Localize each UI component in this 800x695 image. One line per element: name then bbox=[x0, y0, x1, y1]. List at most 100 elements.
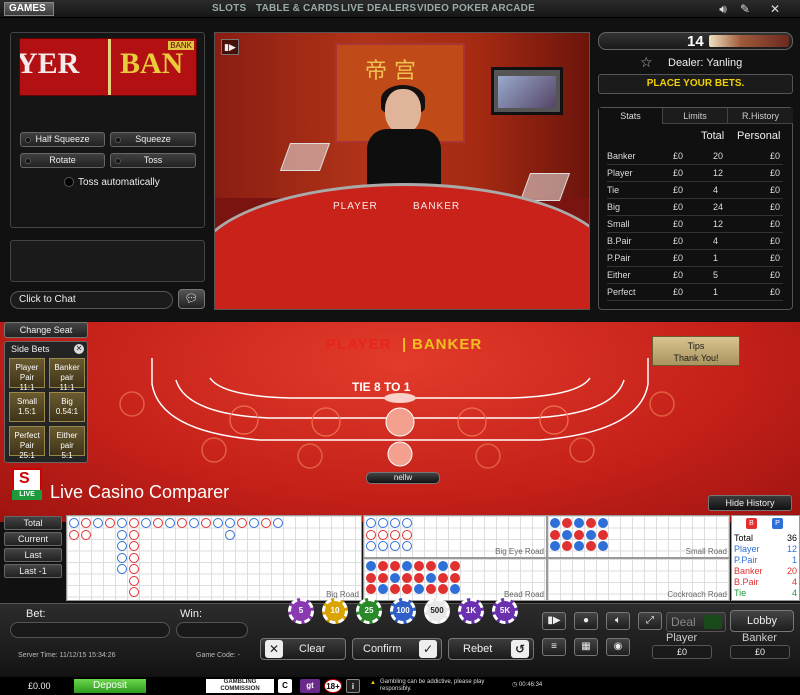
sound-icon[interactable]: 🔊︎ bbox=[716, 2, 730, 16]
gamstop-badge[interactable]: gt bbox=[300, 679, 320, 693]
road-mark bbox=[225, 518, 235, 528]
stats-row: Banker £0 20 £0 bbox=[607, 148, 783, 165]
chat-send-button[interactable]: 💬︎ bbox=[178, 289, 205, 309]
road-mark bbox=[261, 518, 271, 528]
fullscreen-icon[interactable]: ⤢ bbox=[638, 612, 662, 630]
stats-row-total: 12 bbox=[713, 219, 724, 229]
stats-row-amount: £0 bbox=[673, 219, 684, 229]
road-last-button[interactable]: Last bbox=[4, 548, 62, 562]
chip-5K[interactable]: 5K bbox=[492, 598, 518, 624]
lobby-button[interactable]: Lobby bbox=[730, 610, 794, 632]
top-nav: GAMES SLOTS TABLE & CARDS LIVE DEALERS V… bbox=[0, 0, 800, 18]
chip-25[interactable]: 25 bbox=[356, 598, 382, 624]
chip-100[interactable]: 100 bbox=[390, 598, 416, 624]
side-bet-odds: 1.5:1 bbox=[18, 407, 36, 416]
gamcare-icon[interactable]: C bbox=[278, 679, 292, 693]
banker-total-label: Banker bbox=[742, 632, 777, 644]
tab-rhistory[interactable]: R.History bbox=[728, 108, 793, 124]
chip-10[interactable]: 10 bbox=[322, 598, 348, 624]
side-bet-either-pair[interactable]: Either pair 5:1 bbox=[49, 426, 85, 460]
road-total-button[interactable]: Total bbox=[4, 516, 62, 530]
rebet-arrow-icon: ↺ bbox=[511, 640, 529, 658]
side-bet-small[interactable]: Small 1.5:1 bbox=[9, 392, 45, 422]
stats-row-amount: £0 bbox=[673, 151, 684, 161]
nav-table-cards[interactable]: TABLE & CARDS bbox=[256, 3, 340, 14]
chip-stack-icon[interactable]: ≡ bbox=[542, 638, 566, 656]
stats-row-personal: £0 bbox=[770, 236, 781, 246]
chat-input[interactable]: Click to Chat bbox=[10, 291, 173, 309]
road-mark bbox=[598, 541, 608, 551]
gambling-commission-badge[interactable]: GAMBLING COMMISSION bbox=[206, 679, 274, 693]
road-mark bbox=[402, 561, 412, 571]
road-mark bbox=[129, 575, 139, 586]
chip-1K[interactable]: 1K bbox=[458, 598, 484, 624]
clear-button[interactable]: ✕ Clear bbox=[260, 638, 346, 660]
tips-button[interactable]: Tips Thank You! bbox=[652, 336, 740, 366]
side-bet-big[interactable]: Big 0.54:1 bbox=[49, 392, 85, 422]
half-squeeze-button[interactable]: Half Squeeze bbox=[20, 132, 105, 147]
video-toggle-icon[interactable]: ▮▶ bbox=[542, 612, 566, 630]
road-mark bbox=[402, 529, 412, 540]
road-mark bbox=[366, 541, 376, 551]
small-road-label: Small Road bbox=[685, 547, 727, 556]
road-mark bbox=[378, 584, 388, 594]
grid-icon[interactable]: ▦ bbox=[574, 638, 598, 656]
big-eye-road-label: Big Eye Road bbox=[495, 547, 544, 556]
road-last-1-button[interactable]: Last -1 bbox=[4, 564, 62, 578]
camera-icon[interactable]: ▮▶ bbox=[221, 39, 239, 55]
tab-limits[interactable]: Limits bbox=[663, 108, 728, 124]
bet-amount-field bbox=[10, 622, 170, 638]
road-mark bbox=[129, 552, 139, 563]
stats-row-total: 4 bbox=[713, 185, 719, 195]
tab-stats[interactable]: Stats bbox=[599, 108, 663, 124]
deal-button[interactable]: Deal bbox=[666, 612, 726, 632]
nav-arcade[interactable]: ARCADE bbox=[491, 3, 535, 14]
stats-row-name: Banker bbox=[607, 151, 636, 161]
side-bet-name: Either pair bbox=[56, 431, 78, 450]
stats-row-amount: £0 bbox=[673, 253, 684, 263]
road-mark bbox=[81, 518, 91, 528]
stats-row-total: 1 bbox=[713, 253, 719, 263]
side-bet-banker-pair[interactable]: Banker pair 11:1 bbox=[49, 358, 85, 392]
info-icon[interactable]: i bbox=[346, 679, 360, 693]
road-current-button[interactable]: Current bbox=[4, 532, 62, 546]
close-icon[interactable]: ✕ bbox=[768, 2, 782, 16]
squeeze-button[interactable]: Squeeze bbox=[110, 132, 196, 147]
road-mark bbox=[562, 541, 572, 551]
deal-label: Deal bbox=[671, 615, 696, 629]
close-icon[interactable]: ✕ bbox=[74, 344, 84, 354]
chip-500[interactable]: 500 bbox=[424, 598, 450, 624]
side-bet-player-pair[interactable]: Player Pair 11:1 bbox=[9, 358, 45, 392]
stats-header-personal: Personal bbox=[737, 130, 781, 142]
toss-button[interactable]: Toss bbox=[110, 153, 196, 168]
felt-banker-title: BANKER bbox=[412, 336, 483, 353]
cockroach-road-label: Cockroach Road bbox=[667, 590, 727, 599]
volume-icon[interactable]: 🔈︎ bbox=[606, 612, 630, 630]
stats-row-personal: £0 bbox=[770, 168, 781, 178]
rotate-button[interactable]: Rotate bbox=[20, 153, 105, 168]
deposit-button[interactable]: Deposit bbox=[74, 679, 146, 693]
road-mark bbox=[105, 518, 115, 528]
favorite-star-icon[interactable]: ☆ bbox=[640, 54, 653, 71]
nav-slots[interactable]: SLOTS bbox=[212, 3, 246, 14]
hide-history-button[interactable]: Hide History bbox=[708, 495, 792, 511]
change-seat-button[interactable]: Change Seat bbox=[4, 322, 88, 338]
side-bet-name: Small bbox=[16, 397, 37, 406]
rebet-button[interactable]: Rebet ↺ bbox=[448, 638, 534, 660]
road-mark bbox=[177, 518, 187, 528]
side-bet-odds: 25:1 bbox=[19, 451, 35, 460]
games-tab[interactable]: GAMES bbox=[4, 2, 54, 16]
toss-auto-checkbox[interactable] bbox=[64, 177, 74, 187]
history-icon[interactable]: ◉ bbox=[606, 638, 630, 656]
settings-wrench-icon[interactable]: ✎ bbox=[738, 2, 752, 16]
nav-live-dealers[interactable]: LIVE DEALERS bbox=[341, 3, 416, 14]
chip-5[interactable]: 5 bbox=[288, 598, 314, 624]
stats-row-name: Perfect bbox=[607, 287, 636, 297]
road-mark bbox=[366, 572, 376, 583]
warning-text: Gambling can be addictive, please play r… bbox=[380, 679, 485, 692]
chat-bubble-icon[interactable]: ● bbox=[574, 612, 598, 630]
side-bet-perfect-pair[interactable]: Perfect Pair 25:1 bbox=[9, 426, 45, 460]
road-mark bbox=[550, 518, 560, 528]
nav-video-poker[interactable]: VIDEO POKER bbox=[417, 3, 489, 14]
confirm-button[interactable]: Confirm ✓ bbox=[352, 638, 442, 660]
